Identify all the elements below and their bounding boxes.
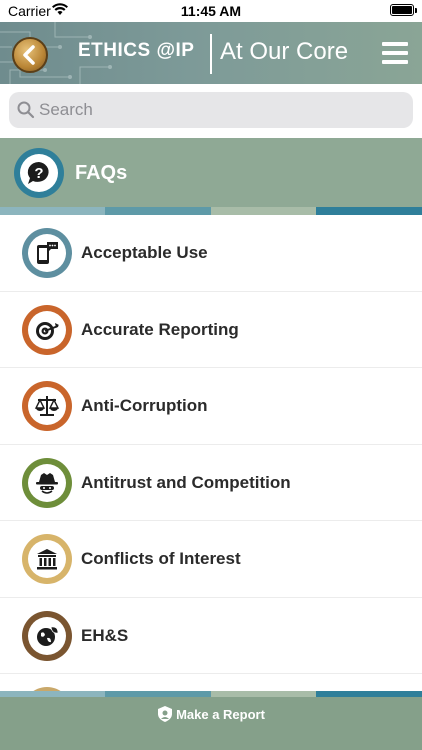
clock: 11:45 AM bbox=[180, 3, 242, 19]
bottom-stripe bbox=[0, 691, 422, 697]
list-item[interactable]: Antitrust and Competition bbox=[0, 445, 422, 521]
app-header: ETHICS @IP At Our Core bbox=[0, 22, 422, 84]
spy-icon bbox=[36, 472, 58, 494]
shield-icon bbox=[158, 706, 173, 722]
list-item[interactable] bbox=[0, 674, 422, 691]
list-item[interactable]: Anti-Corruption bbox=[0, 368, 422, 445]
faq-badge: ? bbox=[14, 148, 64, 198]
section-stripe bbox=[0, 207, 422, 215]
bank-icon bbox=[37, 549, 57, 570]
faq-badge bbox=[22, 304, 72, 355]
search-bar bbox=[0, 84, 422, 138]
faq-section-header: ? FAQs bbox=[0, 138, 422, 215]
list-item-label: Antitrust and Competition bbox=[81, 472, 291, 492]
back-button[interactable] bbox=[12, 37, 48, 73]
section-title: FAQs bbox=[75, 162, 128, 184]
search-icon bbox=[17, 101, 35, 119]
header-tagline: At Our Core bbox=[220, 38, 349, 65]
search-field[interactable] bbox=[9, 92, 413, 128]
header-divider bbox=[210, 34, 212, 74]
search-input[interactable] bbox=[39, 96, 399, 124]
globe-leaf-icon bbox=[37, 625, 59, 646]
make-a-report-label: Make a Report bbox=[176, 706, 265, 722]
list-item[interactable]: EH&S bbox=[0, 598, 422, 674]
faq-badge bbox=[22, 381, 72, 431]
list-item[interactable]: Accurate Reporting bbox=[0, 292, 422, 368]
list-item-label: Conflicts of Interest bbox=[81, 549, 241, 568]
make-a-report-button[interactable]: Make a Report bbox=[0, 703, 422, 725]
faq-badge bbox=[22, 610, 72, 661]
svg-text:?: ? bbox=[34, 165, 43, 182]
status-bar: Carrier 11:45 AM bbox=[0, 0, 422, 22]
scales-icon bbox=[34, 396, 60, 416]
list-item[interactable]: Acceptable Use bbox=[0, 215, 422, 292]
hamburger-menu-icon[interactable] bbox=[382, 42, 408, 66]
faq-list: Acceptable Use Accurate Reporting Anti-C… bbox=[0, 215, 422, 691]
list-item-label: Accurate Reporting bbox=[81, 319, 239, 339]
list-item-label: Anti-Corruption bbox=[81, 396, 208, 415]
phone-chat-icon bbox=[37, 242, 58, 264]
battery-tip bbox=[415, 8, 417, 13]
question-bubble-icon: ? bbox=[27, 161, 49, 184]
bottom-bar: Make a Report bbox=[0, 691, 422, 750]
battery-icon bbox=[390, 4, 414, 16]
list-item-label: Acceptable Use bbox=[81, 243, 208, 262]
faq-badge bbox=[22, 228, 72, 278]
chevron-left-icon bbox=[23, 45, 35, 65]
faq-badge bbox=[22, 534, 72, 584]
list-item-label: EH&S bbox=[81, 625, 129, 645]
faq-badge bbox=[22, 457, 72, 508]
target-icon bbox=[36, 321, 59, 340]
list-item[interactable]: Conflicts of Interest bbox=[0, 521, 422, 598]
brand-title: ETHICS @IP bbox=[78, 40, 195, 61]
